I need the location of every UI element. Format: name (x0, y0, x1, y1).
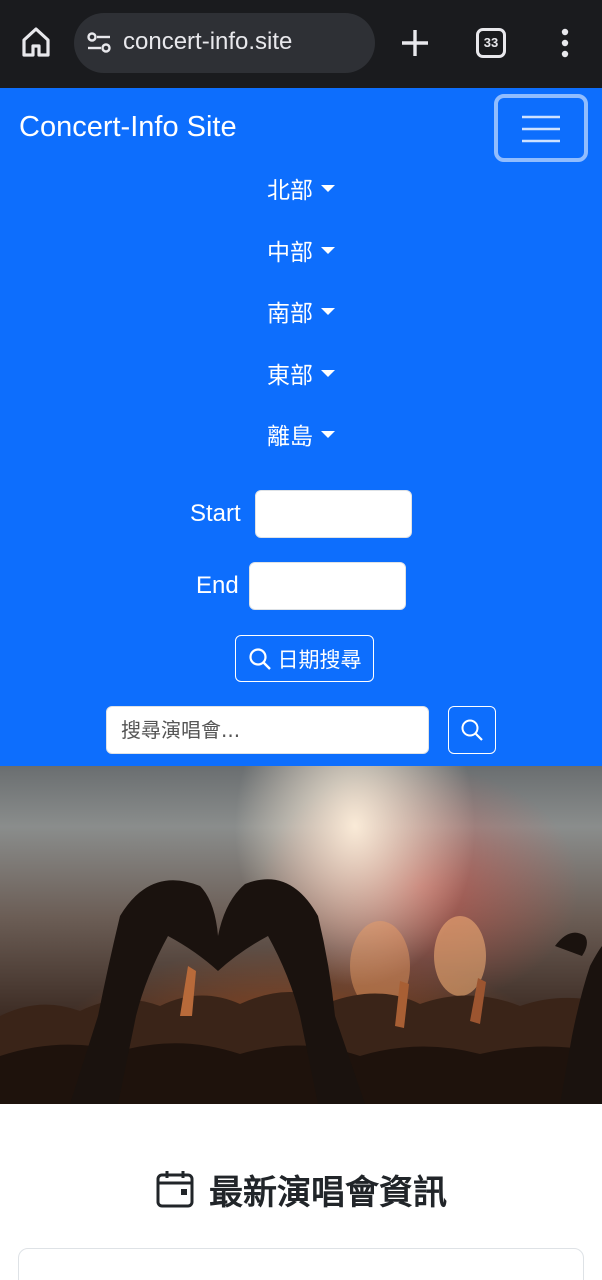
tab-count: 33 (483, 35, 499, 50)
start-date-row: Start (0, 490, 602, 538)
concert-table-card (18, 1248, 584, 1280)
end-date-label: End (196, 572, 239, 599)
new-tab-icon[interactable] (398, 26, 432, 60)
region-label: 中部 (267, 240, 313, 266)
region-label: 東部 (267, 363, 313, 389)
browser-toolbar: concert-info.site 33 (0, 0, 602, 88)
caret-down-icon (321, 184, 335, 192)
date-search-button[interactable]: 日期搜尋 (235, 635, 374, 682)
address-bar[interactable]: concert-info.site (74, 13, 375, 73)
concert-search-input[interactable]: 搜尋演唱會... (106, 706, 429, 754)
site-settings-icon[interactable] (86, 31, 112, 55)
heart-hands-silhouette (0, 879, 602, 1104)
url-text: concert-info.site (123, 28, 293, 55)
end-date-row: End (0, 562, 602, 610)
region-label: 離島 (267, 424, 313, 450)
more-menu-icon[interactable] (553, 26, 577, 60)
caret-down-icon (321, 307, 335, 315)
caret-down-icon (321, 430, 335, 438)
caret-down-icon (321, 246, 335, 254)
region-dropdown-central[interactable]: 中部 (0, 226, 602, 274)
start-date-label: Start (190, 500, 241, 527)
search-icon (461, 719, 483, 741)
latest-concerts-heading: 最新演唱會資訊 (0, 1164, 602, 1214)
navbar: Concert-Info Site 北部 中部 南部 東部 離島 Start E… (0, 88, 602, 766)
search-submit-button[interactable] (448, 706, 496, 754)
hamburger-icon (522, 115, 560, 143)
navbar-brand[interactable]: Concert-Info Site (19, 111, 237, 144)
tabs-icon[interactable]: 33 (476, 28, 506, 58)
end-date-input[interactable] (249, 562, 406, 610)
start-date-input[interactable] (255, 490, 412, 538)
region-label: 北部 (267, 178, 313, 204)
hero-concert-image (0, 766, 602, 1104)
home-icon[interactable] (18, 24, 54, 60)
region-dropdown-east[interactable]: 東部 (0, 349, 602, 397)
region-dropdown-south[interactable]: 南部 (0, 287, 602, 335)
search-icon (248, 647, 271, 670)
section-title-text: 最新演唱會資訊 (209, 1172, 447, 1213)
date-search-label: 日期搜尋 (277, 647, 362, 672)
navbar-toggler-button[interactable] (494, 94, 588, 162)
region-dropdown-north[interactable]: 北部 (0, 164, 602, 212)
calendar-icon (156, 1171, 194, 1208)
caret-down-icon (321, 369, 335, 377)
region-dropdown-islands[interactable]: 離島 (0, 410, 602, 458)
region-label: 南部 (267, 301, 313, 327)
